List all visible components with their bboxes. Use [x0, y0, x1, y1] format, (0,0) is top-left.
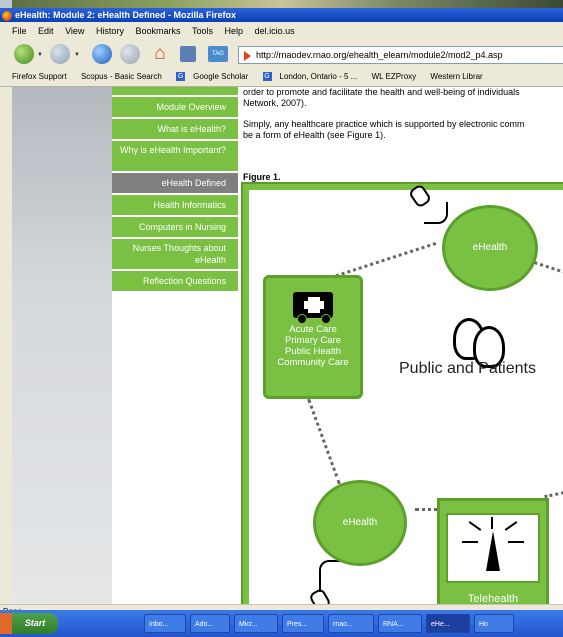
menu-bar: File Edit View History Bookmarks Tools H… [0, 22, 563, 40]
mouse-cable-icon [319, 560, 343, 592]
menu-file[interactable]: File [12, 26, 27, 36]
care-item: Community Care [277, 357, 349, 368]
ehealth-bottom-label: eHealth [342, 517, 378, 528]
url-text: http://rnaodev.rnao.org/ehealth_elearn/m… [256, 50, 503, 60]
desktop-background [0, 0, 563, 8]
connector-line [307, 398, 341, 485]
page-margin [12, 87, 112, 604]
sidebar-item-module-overview[interactable]: Module Overview [112, 97, 238, 117]
bookmark-label: Scopus - Basic Search [80, 72, 162, 81]
back-dropdown-icon[interactable]: ▼ [37, 52, 43, 58]
sidebar-item-health-informatics[interactable]: Health Informatics [112, 195, 238, 215]
start-button[interactable]: Start [12, 613, 58, 634]
taskbar-item-rnao[interactable]: rnao... [328, 614, 374, 633]
taskbar-item-inbox[interactable]: Inbo... [144, 614, 186, 633]
main-article: order to promote and facilitate the heal… [238, 87, 563, 604]
reload-icon[interactable] [92, 44, 112, 64]
care-item: Public Health [285, 346, 341, 357]
public-patients-label: Public and Patients [399, 360, 536, 377]
bookmarks-toolbar: Firefox Support Scopus - Basic Search GG… [0, 68, 563, 87]
site-favicon-icon [244, 50, 251, 61]
sidebar-top [112, 87, 238, 95]
bookmark-icon[interactable] [180, 46, 196, 62]
care-item: Acute Care [289, 324, 337, 335]
tag-icon[interactable]: TAG [208, 46, 228, 62]
module-sidebar: Module Overview What is eHealth? Why is … [112, 87, 238, 604]
stop-icon[interactable] [120, 44, 140, 64]
connector-line [544, 484, 563, 499]
paragraph: Network, 2007). [243, 98, 307, 108]
taskbar-item-ho[interactable]: Ho [474, 614, 514, 633]
address-bar[interactable]: http://rnaodev.rnao.org/ehealth_elearn/m… [238, 46, 563, 64]
page-content: Module Overview What is eHealth? Why is … [12, 87, 563, 604]
care-box: Acute Care Primary Care Public Health Co… [263, 275, 363, 399]
ehealth-figure: eHealth Acute Care Primary Care Public H… [241, 182, 563, 604]
people-icon [449, 318, 509, 368]
bookmark-london-ontario[interactable]: G London, Ontario - 5 ... [257, 72, 358, 82]
telehealth-label: Telehealth [467, 593, 519, 604]
google-icon: G [176, 72, 186, 82]
mouse-cable-icon [424, 202, 448, 224]
ehealth-bottom-circle: eHealth [313, 480, 407, 566]
bookmark-label: Google Scholar [193, 72, 249, 81]
ehealth-top-circle: eHealth [442, 205, 538, 291]
bookmark-label: Firefox Support [12, 72, 67, 81]
figure-caption: Figure 1. [243, 172, 281, 182]
menu-bookmarks[interactable]: Bookmarks [135, 26, 180, 36]
home-icon[interactable]: ⌂ [150, 44, 170, 64]
paragraph: Simply, any healthcare practice which is… [243, 119, 525, 129]
bookmark-label: Western Librar [430, 72, 483, 81]
forward-dropdown-icon[interactable]: ▼ [74, 52, 80, 58]
firefox-icon [2, 10, 12, 21]
title-bar: eHealth: Module 2: eHealth Defined - Moz… [0, 8, 563, 22]
sidebar-item-why-important[interactable]: Why is eHealth Important? [112, 141, 238, 171]
taskbar-item-rna[interactable]: RNA... [378, 614, 422, 633]
menu-history[interactable]: History [96, 26, 124, 36]
care-item: Primary Care [285, 335, 341, 346]
tower-icon [446, 513, 540, 583]
taskbar-edge [0, 613, 12, 634]
figure-canvas: eHealth Acute Care Primary Care Public H… [249, 183, 563, 604]
sidebar-item-computers-nursing[interactable]: Computers in Nursing [112, 217, 238, 237]
bookmark-scopus[interactable]: Scopus - Basic Search [75, 72, 162, 81]
menu-tools[interactable]: Tools [192, 26, 213, 36]
care-list: Acute Care Primary Care Public Health Co… [266, 324, 360, 368]
sidebar-item-nurses-thoughts[interactable]: Nurses Thoughts about eHealth [112, 239, 238, 269]
taskbar-item-microsoft[interactable]: Micr... [234, 614, 278, 633]
bookmark-western-library[interactable]: Western Librar [424, 72, 482, 81]
bookmark-label: London, Ontario - 5 ... [279, 72, 358, 81]
bookmark-google-scholar[interactable]: G Google Scholar [170, 72, 249, 82]
connector-line [533, 260, 563, 283]
sidebar-item-ehealth-defined[interactable]: eHealth Defined [112, 173, 238, 193]
ehealth-top-label: eHealth [472, 242, 508, 253]
taskbar-item-presentation[interactable]: Pres... [282, 614, 324, 633]
taskbar-item-adobe[interactable]: Ado... [190, 614, 230, 633]
navigation-toolbar: ▼ ▼ ⌂ TAG http://rnaodev.rnao.org/ehealt… [0, 40, 563, 68]
paragraph: order to promote and facilitate the heal… [243, 87, 520, 97]
menu-edit[interactable]: Edit [38, 26, 54, 36]
paragraph: be a form of eHealth (see Figure 1). [243, 130, 386, 140]
back-icon[interactable] [14, 44, 34, 64]
forward-icon[interactable] [50, 44, 70, 64]
sidebar-item-what-is-ehealth[interactable]: What is eHealth? [112, 119, 238, 139]
window-title: eHealth: Module 2: eHealth Defined - Moz… [15, 10, 237, 20]
menu-delicious[interactable]: del.icio.us [255, 26, 295, 36]
bookmark-label: WL EZProxy [371, 72, 417, 81]
windows-taskbar: Start Inbo... Ado... Micr... Pres... rna… [0, 610, 563, 637]
sidebar-item-reflection-questions[interactable]: Reflection Questions [112, 271, 238, 291]
menu-help[interactable]: Help [225, 26, 244, 36]
ambulance-icon [293, 292, 333, 324]
bookmark-firefox-support[interactable]: Firefox Support [6, 72, 67, 81]
menu-view[interactable]: View [65, 26, 84, 36]
bookmark-wl-ezproxy[interactable]: WL EZProxy [366, 72, 417, 81]
google-icon: G [262, 72, 272, 82]
telehealth-box: Telehealth [437, 498, 549, 604]
taskbar-item-ehealth[interactable]: eHe... [426, 614, 470, 633]
browser-window: eHealth: Module 2: eHealth Defined - Moz… [0, 8, 563, 619]
